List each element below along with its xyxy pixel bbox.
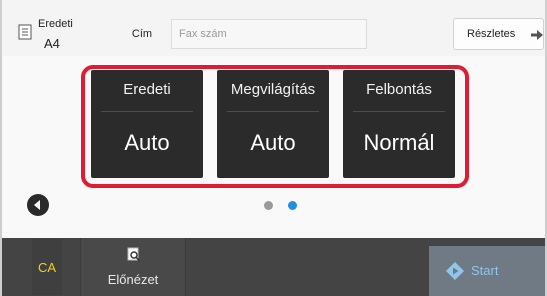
fax-number-input[interactable]: Fax szám: [171, 19, 367, 49]
document-icon: [18, 24, 32, 40]
original-size: A4: [44, 36, 60, 51]
tile-divider: [353, 111, 445, 112]
ca-button[interactable]: CA: [32, 239, 62, 295]
resolution-setting-tile[interactable]: Felbontás Normál: [343, 70, 455, 178]
magnifier-page-icon: [127, 247, 141, 262]
tile-value: Auto: [124, 130, 170, 155]
arrow-right-icon: [531, 30, 543, 40]
tile-title: Eredeti: [123, 81, 171, 98]
page-dot-2-active[interactable]: [288, 201, 297, 210]
preview-button[interactable]: Előnézet: [80, 238, 186, 296]
address-button[interactable]: Cím: [118, 20, 166, 48]
tile-value: Normál: [363, 130, 435, 155]
chevron-left-icon: [34, 200, 40, 210]
back-button[interactable]: [27, 194, 49, 216]
original-indicator[interactable]: Eredeti A4: [16, 8, 84, 51]
page-dot-1[interactable]: [264, 201, 273, 210]
header-bar: Eredeti A4 Cím Fax szám Részletes: [2, 0, 545, 56]
tile-divider: [101, 111, 193, 112]
original-label: Eredeti: [38, 18, 73, 30]
original-setting-tile[interactable]: Eredeti Auto: [91, 70, 203, 178]
details-label: Részletes: [467, 28, 516, 40]
footer-bar: CA Előnézet Start: [2, 238, 545, 296]
tile-title: Megvilágítás: [230, 81, 316, 98]
start-label: Start: [471, 263, 499, 278]
diamond-start-icon: [446, 262, 464, 280]
settings-area: Eredeti Auto Megvilágítás Auto Felbontás…: [2, 56, 545, 238]
exposure-setting-tile[interactable]: Megvilágítás Auto: [217, 70, 329, 178]
preview-label: Előnézet: [107, 272, 159, 287]
details-button[interactable]: Részletes: [453, 18, 544, 50]
start-button[interactable]: Start: [429, 246, 545, 296]
tile-value: Auto: [250, 130, 296, 155]
tile-divider: [227, 111, 319, 112]
tile-title: Felbontás: [366, 81, 432, 98]
